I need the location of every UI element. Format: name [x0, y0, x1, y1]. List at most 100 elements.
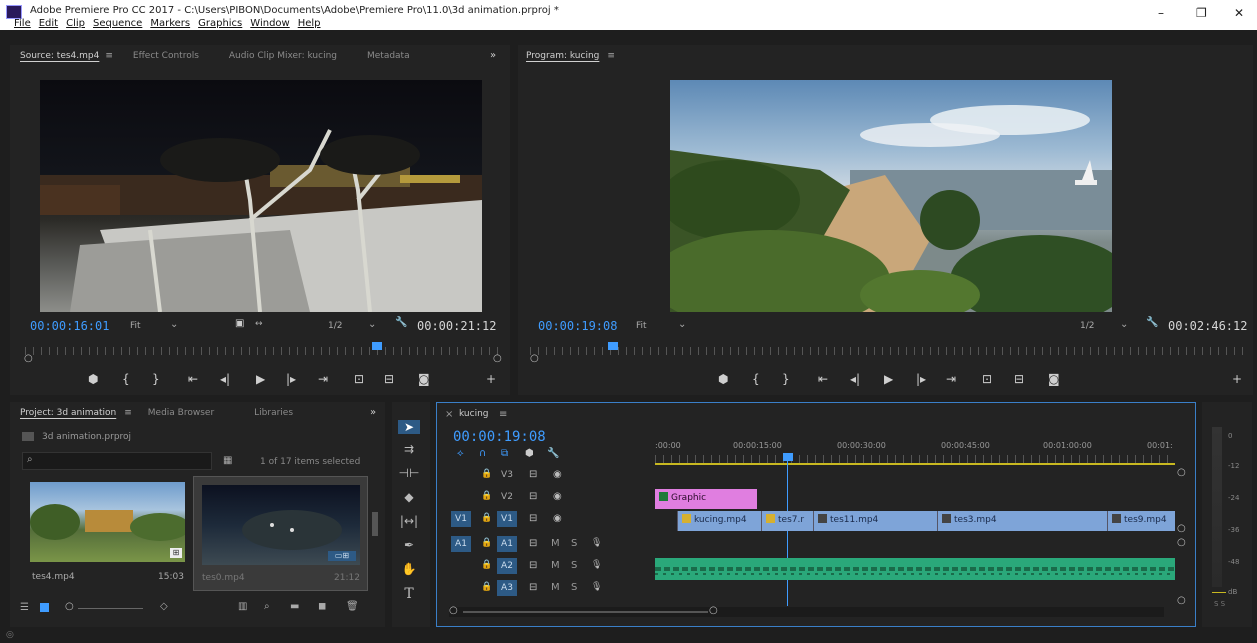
- lock-icon[interactable]: 🔒: [481, 469, 492, 479]
- timeline-menu-icon[interactable]: ≡: [499, 409, 507, 420]
- scroll-end-handle[interactable]: ○: [709, 605, 718, 616]
- mute-button[interactable]: M: [551, 582, 560, 593]
- lock-icon[interactable]: 🔒: [481, 513, 492, 523]
- go-to-out-icon[interactable]: ⇥: [318, 372, 328, 386]
- slip-tool-icon[interactable]: |↔|: [398, 514, 420, 528]
- source-patch-button[interactable]: [451, 580, 471, 596]
- ripple-edit-tool-icon[interactable]: ⊣⊢: [398, 466, 420, 480]
- program-playhead[interactable]: [608, 342, 618, 350]
- program-current-time[interactable]: 00:00:19:08: [538, 319, 617, 333]
- video-clip[interactable]: tes3.mp4: [937, 511, 1107, 531]
- project-item-selected[interactable]: ▭⊞ tes0.mp4 21:12: [193, 476, 368, 591]
- sync-lock-icon[interactable]: ⊟: [529, 491, 537, 502]
- video-clip[interactable]: tes11.mp4: [813, 511, 937, 531]
- add-marker-icon[interactable]: ⬢: [525, 448, 534, 459]
- sync-lock-icon[interactable]: ⊟: [529, 582, 537, 593]
- tab-source[interactable]: Source: tes4.mp4: [20, 51, 99, 61]
- track-height-handle[interactable]: ○: [1177, 595, 1186, 606]
- find-icon[interactable]: ⌕: [264, 601, 270, 612]
- program-fit-select[interactable]: Fit: [636, 321, 647, 331]
- go-to-in-icon[interactable]: ⇤: [188, 372, 198, 386]
- work-area-bar[interactable]: [655, 463, 1175, 465]
- track-target-button[interactable]: A3: [497, 580, 517, 596]
- sync-lock-icon[interactable]: ⊟: [529, 538, 537, 549]
- add-button-icon[interactable]: +: [1232, 372, 1242, 386]
- menu-edit[interactable]: Edit: [39, 18, 58, 29]
- meter-solo-buttons[interactable]: S S: [1214, 600, 1225, 608]
- track-height-handle[interactable]: ○: [1177, 523, 1186, 534]
- go-to-in-icon[interactable]: ⇤: [818, 372, 828, 386]
- clear-icon[interactable]: 🗑: [346, 601, 359, 612]
- program-wrench-icon[interactable]: 🔧: [1146, 317, 1158, 328]
- overwrite-icon[interactable]: ⊟: [384, 372, 394, 386]
- track-height-handle[interactable]: ○: [1177, 467, 1186, 478]
- microphone-icon[interactable]: 🎙: [591, 560, 602, 570]
- source-patch-button[interactable]: A1: [451, 536, 471, 552]
- source-fit-select[interactable]: Fit: [130, 321, 141, 331]
- video-clip[interactable]: tes7.r: [761, 511, 813, 531]
- list-view-icon[interactable]: ☰: [20, 602, 29, 613]
- project-panel-more[interactable]: »: [370, 407, 376, 418]
- source-panel-more[interactable]: »: [490, 50, 496, 61]
- project-item-name[interactable]: tes4.mp4: [32, 572, 75, 582]
- lock-icon[interactable]: 🔒: [481, 582, 492, 592]
- eye-icon[interactable]: ◉: [553, 469, 562, 480]
- sync-lock-icon[interactable]: ⊟: [529, 560, 537, 571]
- microphone-icon[interactable]: 🎙: [591, 538, 602, 548]
- graphic-clip[interactable]: Graphic: [655, 489, 757, 509]
- tab-media-browser[interactable]: Media Browser: [148, 408, 214, 418]
- program-resolution-select[interactable]: 1/2: [1080, 321, 1094, 331]
- lock-icon[interactable]: 🔒: [481, 560, 492, 570]
- selection-tool-icon[interactable]: ➤: [398, 420, 420, 434]
- solo-button[interactable]: S: [571, 582, 577, 593]
- source-menu-icon[interactable]: ≡: [105, 51, 113, 61]
- track-target-button[interactable]: V3: [497, 467, 517, 483]
- insert-icon[interactable]: ⊡: [354, 372, 364, 386]
- zoom-slider-track[interactable]: [78, 608, 143, 609]
- tab-audio-clip-mixer[interactable]: Audio Clip Mixer: kucing: [229, 51, 337, 61]
- program-fit-chevron-icon[interactable]: ⌄: [678, 319, 686, 330]
- play-icon[interactable]: ▶: [256, 372, 265, 386]
- solo-button[interactable]: S: [571, 538, 577, 549]
- project-scrollbar[interactable]: [372, 512, 378, 536]
- mark-in-icon[interactable]: {: [122, 372, 130, 386]
- new-bin-icon[interactable]: ▬: [290, 601, 299, 612]
- tab-project[interactable]: Project: 3d animation: [20, 408, 116, 418]
- step-back-icon[interactable]: ◂|: [220, 372, 230, 386]
- icon-view-icon[interactable]: [40, 603, 49, 612]
- source-time-ruler[interactable]: [25, 347, 500, 355]
- source-drag-video-icon[interactable]: ↔: [255, 319, 263, 329]
- tab-effect-controls[interactable]: Effect Controls: [133, 51, 199, 61]
- project-item-thumbnail[interactable]: ⊞: [30, 482, 185, 562]
- step-back-icon[interactable]: ◂|: [850, 372, 860, 386]
- export-frame-icon[interactable]: ◙: [418, 372, 430, 386]
- step-forward-icon[interactable]: |▸: [286, 372, 296, 386]
- audio-clip[interactable]: [655, 558, 1175, 580]
- export-frame-icon[interactable]: ◙: [1048, 372, 1060, 386]
- timeline-wrench-icon[interactable]: 🔧: [547, 448, 559, 459]
- linked-selection-icon[interactable]: ⧉: [501, 448, 508, 459]
- video-clip[interactable]: kucing.mp4: [677, 511, 761, 531]
- source-zoom-start-handle[interactable]: ○: [24, 353, 33, 364]
- track-height-handle[interactable]: ○: [1177, 537, 1186, 548]
- new-bin-search-icon[interactable]: ▦: [223, 455, 232, 466]
- timeline-close[interactable]: ×: [445, 409, 453, 420]
- scroll-thumb[interactable]: [463, 611, 708, 613]
- mark-out-icon[interactable]: }: [152, 372, 160, 386]
- source-current-time[interactable]: 00:00:16:01: [30, 319, 109, 333]
- tab-program[interactable]: Program: kucing: [526, 51, 599, 61]
- scroll-start-handle[interactable]: ○: [449, 605, 458, 616]
- eye-icon[interactable]: ◉: [553, 513, 562, 524]
- add-marker-icon[interactable]: ⬢: [88, 372, 98, 386]
- mute-button[interactable]: M: [551, 560, 560, 571]
- source-zoom-end-handle[interactable]: ○: [493, 353, 502, 364]
- timeline-current-time[interactable]: 00:00:19:08: [453, 429, 546, 445]
- program-zoom-start-handle[interactable]: ○: [530, 353, 539, 364]
- menu-window[interactable]: Window: [250, 18, 289, 29]
- add-marker-icon[interactable]: ⬢: [718, 372, 728, 386]
- mark-out-icon[interactable]: }: [782, 372, 790, 386]
- snap-icon[interactable]: ⟡: [457, 448, 464, 459]
- mute-button[interactable]: M: [551, 538, 560, 549]
- track-target-button[interactable]: V2: [497, 489, 517, 505]
- solo-button[interactable]: S: [571, 560, 577, 571]
